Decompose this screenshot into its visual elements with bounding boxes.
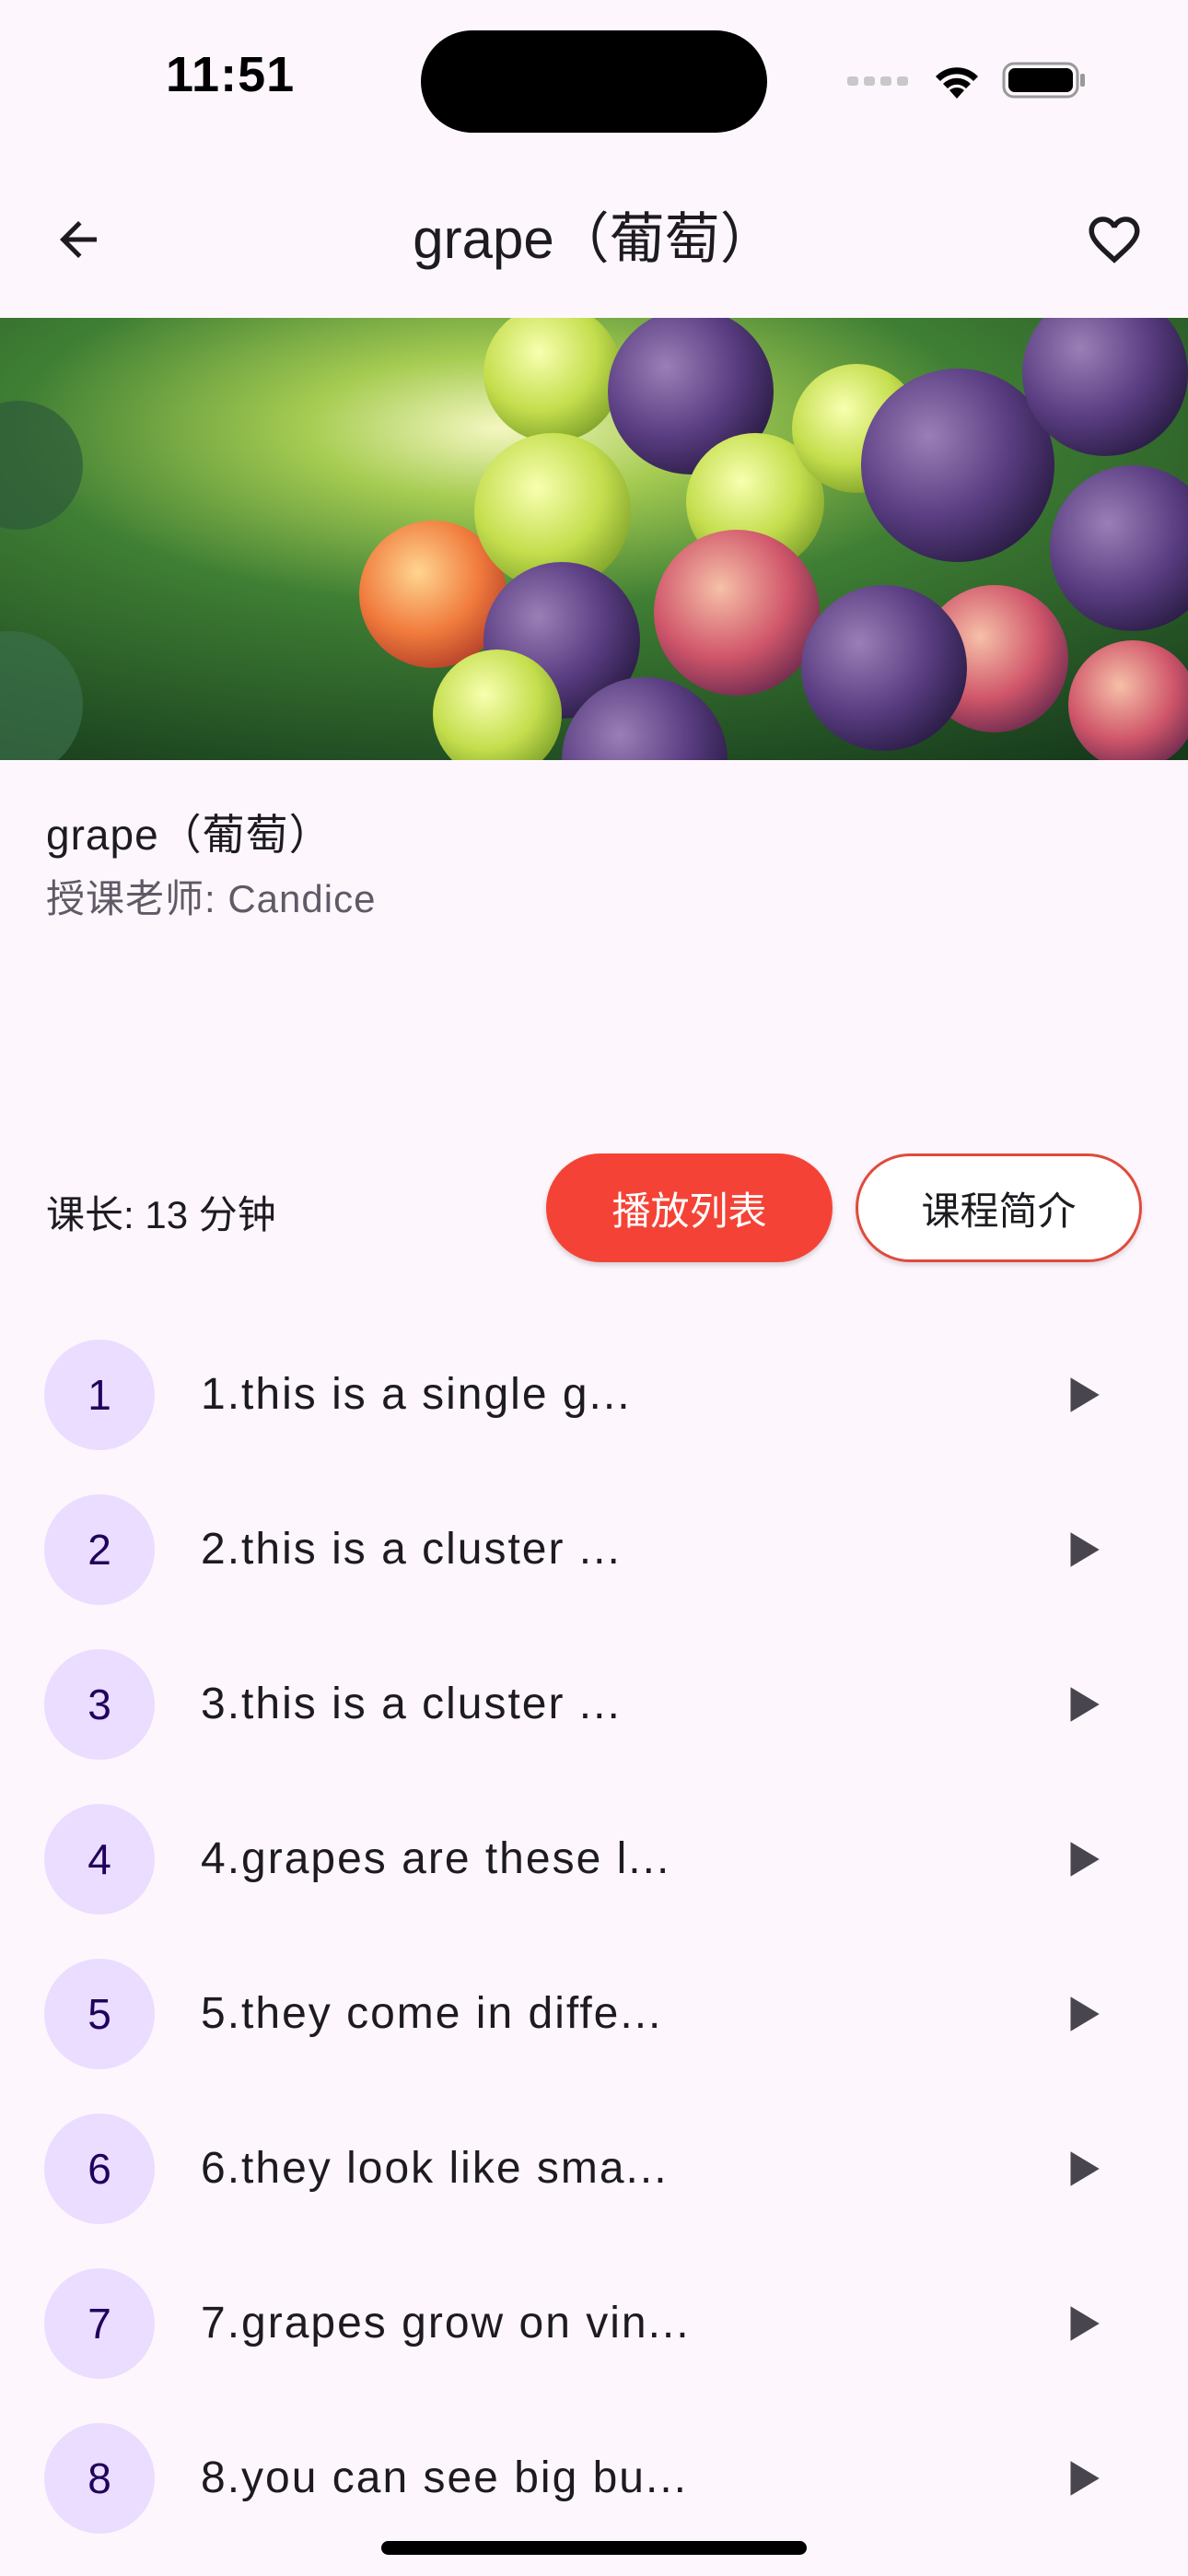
status-bar: 11:51	[0, 0, 1188, 157]
status-icons	[847, 57, 1087, 103]
dynamic-island	[421, 30, 767, 133]
grapes-photo	[0, 318, 1188, 760]
lesson-title: 6.they look like sma...	[201, 2144, 669, 2193]
play-icon[interactable]	[1059, 2146, 1105, 2192]
lesson-row[interactable]: 3 3.this is a cluster ...	[0, 1627, 1188, 1782]
course-duration: 课长: 13 分钟	[46, 1193, 276, 1236]
lesson-number-badge: 6	[44, 2113, 155, 2224]
app-bar: grape（葡萄）	[0, 157, 1188, 318]
lesson-row[interactable]: 6 6.they look like sma...	[0, 2091, 1188, 2246]
lesson-number-badge: 1	[44, 1340, 155, 1450]
play-icon[interactable]	[1059, 1991, 1105, 2037]
status-time: 11:51	[166, 47, 296, 102]
heart-outline-icon	[1089, 217, 1140, 263]
lesson-number-badge: 3	[44, 1649, 155, 1760]
play-icon[interactable]	[1059, 1836, 1105, 1882]
page-title: grape（葡萄）	[413, 208, 775, 270]
lesson-row[interactable]: 2 2.this is a cluster ...	[0, 1472, 1188, 1627]
lesson-title: 3.this is a cluster ...	[201, 1680, 622, 1728]
play-icon[interactable]	[1059, 2455, 1105, 2501]
lesson-title: 5.they come in diffe...	[201, 1989, 663, 2038]
play-icon[interactable]	[1059, 1372, 1105, 1418]
lesson-number-badge: 7	[44, 2268, 155, 2379]
lesson-number-badge: 2	[44, 1494, 155, 1605]
screen: 11:51 grape（葡萄） grape（葡萄） 授课老师: Candice …	[0, 0, 1188, 2576]
lesson-title: 7.grapes grow on vin...	[201, 2299, 691, 2348]
lesson-number-badge: 8	[44, 2423, 155, 2534]
lesson-number-badge: 5	[44, 1959, 155, 2069]
play-icon[interactable]	[1059, 1681, 1105, 1727]
favorite-button[interactable]	[1068, 198, 1160, 281]
home-indicator[interactable]	[381, 2541, 807, 2555]
lesson-row[interactable]: 7 7.grapes grow on vin...	[0, 2246, 1188, 2401]
lesson-title: 2.this is a cluster ...	[201, 1525, 622, 1574]
course-cover-image	[0, 318, 1188, 760]
lesson-title: 8.you can see big bu...	[201, 2453, 688, 2502]
lesson-title: 4.grapes are these l...	[201, 1834, 671, 1883]
lesson-row[interactable]: 5 5.they come in diffe...	[0, 1937, 1188, 2091]
lesson-row[interactable]: 1 1.this is a single g...	[0, 1317, 1188, 1472]
lesson-row[interactable]: 4 4.grapes are these l...	[0, 1782, 1188, 1937]
arrow-left-icon	[60, 221, 97, 258]
lesson-row[interactable]: 8 8.you can see big bu...	[0, 2401, 1188, 2556]
course-intro-button[interactable]: 课程简介	[856, 1153, 1142, 1262]
back-button[interactable]	[37, 198, 120, 281]
battery-icon	[1002, 62, 1085, 99]
lesson-title: 1.this is a single g...	[201, 1370, 632, 1419]
wifi-icon	[936, 67, 978, 99]
course-title: grape（葡萄）	[46, 811, 332, 859]
cellular-signal-icon	[847, 76, 908, 86]
lesson-number-badge: 4	[44, 1804, 155, 1914]
course-teacher: 授课老师: Candice	[46, 877, 377, 920]
play-icon[interactable]	[1059, 2301, 1105, 2347]
lesson-list: 1 1.this is a single g... 2 2.this is a …	[0, 1317, 1188, 2556]
play-icon[interactable]	[1059, 1527, 1105, 1573]
playlist-button[interactable]: 播放列表	[546, 1153, 833, 1262]
